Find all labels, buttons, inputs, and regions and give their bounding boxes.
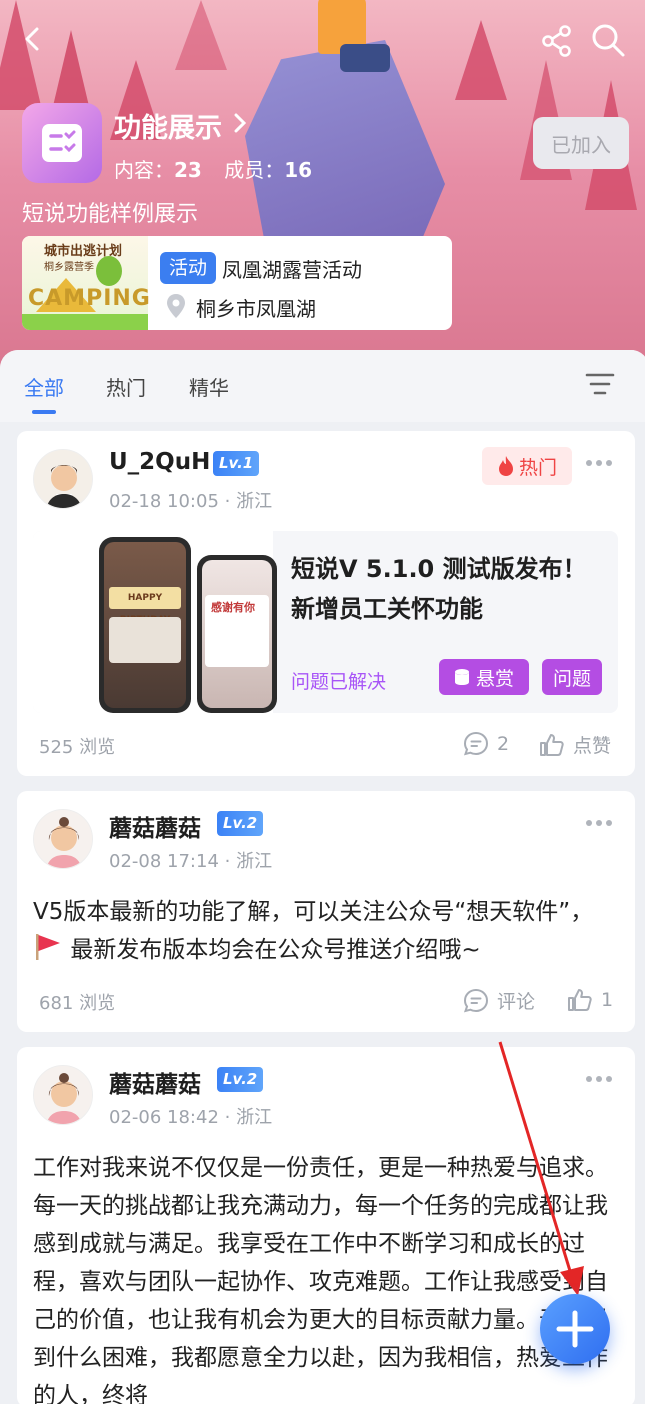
comment-icon <box>463 988 489 1012</box>
user-avatar-illustration <box>34 810 92 868</box>
content-count: 23 <box>174 158 202 182</box>
right-edge <box>645 0 649 1404</box>
more-icon[interactable] <box>585 1075 613 1083</box>
username[interactable]: U_2QuH <box>109 449 210 475</box>
checklist-icon <box>42 124 82 162</box>
hot-label: 热门 <box>518 456 557 479</box>
post-text-part-b: 最新发布版本均会在公众号推送介绍哦~ <box>70 937 481 963</box>
post-card[interactable]: 蘑菇蘑菇 Lv.2 02-08 17:14 · 浙江 V5版本最新的功能了解，可… <box>17 791 635 1032</box>
like-count: 1 <box>601 989 614 1011</box>
post-meta: 02-06 18:42 · 浙江 <box>109 1107 273 1128</box>
reward-label: 悬赏 <box>475 667 514 690</box>
chevron-right-icon[interactable] <box>232 112 248 134</box>
question-tag: 问题 <box>542 659 602 695</box>
fire-icon <box>498 456 513 476</box>
post-time: 02-18 10:05 <box>109 491 219 512</box>
phone-graphic: 感谢有你 <box>197 555 277 713</box>
user-avatar-illustration <box>34 450 92 508</box>
post-location: 浙江 <box>236 851 273 872</box>
tree-decoration <box>175 0 227 70</box>
reward-tag: 悬赏 <box>439 659 529 695</box>
avatar[interactable] <box>33 449 93 509</box>
group-stats: 内容：23 成员：16 <box>114 154 328 183</box>
activity-card[interactable]: 城市出逃计划 桐乡露营季 CAMPING 活动 凤凰湖露营活动 桐乡市凤凰湖 <box>22 236 452 330</box>
location-pin-icon <box>167 294 185 318</box>
phone-graphic: HAPPY BIRTHDAY <box>99 537 191 713</box>
like-icon <box>568 989 592 1011</box>
like-label: 点赞 <box>573 735 612 757</box>
view-count: 681 浏览 <box>39 993 116 1014</box>
solved-status: 问题已解决 <box>291 671 387 693</box>
thanks-text: 感谢有你 <box>211 601 255 614</box>
avatar[interactable] <box>33 809 93 869</box>
post-time: 02-08 17:14 <box>109 851 219 872</box>
thumbnail-text-sub: 桐乡露营季 <box>44 262 94 273</box>
group-description: 短说功能样例展示 <box>22 202 199 227</box>
article-title[interactable]: 短说V 5.1.0 测试版发布！新增员工关怀功能 <box>291 549 603 629</box>
plus-icon <box>556 1310 594 1348</box>
comment-label: 评论 <box>497 991 536 1013</box>
chevron-left-icon[interactable] <box>20 26 46 52</box>
member-count: 16 <box>284 158 313 182</box>
article-thumbnail: HAPPY BIRTHDAY 感谢有你 <box>33 531 277 713</box>
more-icon[interactable] <box>585 819 613 827</box>
username[interactable]: 蘑菇蘑菇 <box>109 1065 201 1099</box>
content-label: 内容： <box>114 158 174 182</box>
birthday-banner: HAPPY BIRTHDAY <box>109 587 181 625</box>
create-post-button[interactable] <box>540 1294 610 1364</box>
search-icon[interactable] <box>590 22 626 58</box>
person-illustration-legs <box>340 44 390 72</box>
like-icon <box>540 733 564 756</box>
tab-bar: 全部 热门 精华 <box>0 350 649 422</box>
post-card[interactable]: U_2QuH Lv.1 02-18 10:05 · 浙江 热门 HAPPY BI… <box>17 431 635 776</box>
post-location: 浙江 <box>236 491 273 512</box>
group-name[interactable]: 功能展示 <box>114 106 222 145</box>
group-logo <box>22 103 102 183</box>
tab-hot[interactable]: 热门 <box>106 372 146 401</box>
post-text[interactable]: 工作对我来说不仅仅是一份责任，更是一种热爱与追求。每一天的挑战都让我充满动力，每… <box>33 1149 623 1404</box>
like-button[interactable]: 1 <box>567 987 613 1013</box>
level-badge: Lv.2 <box>217 1067 264 1092</box>
share-icon[interactable] <box>540 24 574 58</box>
view-count: 525 浏览 <box>39 737 116 758</box>
post-text[interactable]: V5版本最新的功能了解，可以关注公众号“想天软件”， 最新发布版本均会在公众号推… <box>33 893 623 969</box>
member-label: 成员： <box>224 158 285 182</box>
post-time: 02-06 18:42 <box>109 1107 219 1128</box>
post-meta: 02-18 10:05 · 浙江 <box>109 491 273 512</box>
tree-decoration <box>0 0 42 110</box>
filter-icon[interactable] <box>585 370 615 398</box>
level-badge: Lv.1 <box>213 451 260 476</box>
activity-thumbnail: 城市出逃计划 桐乡露营季 CAMPING <box>22 236 151 330</box>
comment-button[interactable]: 2 <box>463 731 509 757</box>
comment-button[interactable]: 评论 <box>463 987 535 1014</box>
comment-count: 2 <box>497 733 510 755</box>
activity-title: 凤凰湖露营活动 <box>222 258 362 282</box>
joined-button[interactable]: 已加入 <box>533 117 629 169</box>
activity-location: 桐乡市凤凰湖 <box>196 297 316 321</box>
active-tab-indicator <box>32 410 56 414</box>
group-header: 功能展示 内容：23 成员：16 已加入 短说功能样例展示 城市出逃计划 桐乡露… <box>0 0 649 380</box>
avatar[interactable] <box>33 1065 93 1125</box>
hot-badge: 热门 <box>482 447 572 485</box>
level-badge: Lv.2 <box>217 811 264 836</box>
grass-graphic <box>22 314 148 330</box>
content-panel: 全部 热门 精华 U_2QuH Lv.1 02-18 10:05 · 浙江 热门… <box>0 350 649 1404</box>
activity-tag: 活动 <box>160 252 216 284</box>
comment-icon <box>463 731 489 756</box>
more-icon[interactable] <box>585 459 613 467</box>
user-avatar-illustration <box>34 1066 92 1124</box>
red-flag-icon <box>36 934 60 960</box>
post-text-part-a: V5版本最新的功能了解，可以关注公众号“想天软件”， <box>33 899 594 925</box>
tree-decoration <box>455 20 507 100</box>
username[interactable]: 蘑菇蘑菇 <box>109 809 201 843</box>
coin-icon <box>454 669 469 685</box>
tree-graphic <box>96 256 122 286</box>
thumbnail-text-main: CAMPING <box>28 286 151 311</box>
like-button[interactable]: 点赞 <box>539 731 611 758</box>
post-location: 浙江 <box>236 1107 273 1128</box>
linked-article[interactable]: HAPPY BIRTHDAY 感谢有你 短说V 5.1.0 测试版发布！新增员工… <box>33 531 618 713</box>
tab-featured[interactable]: 精华 <box>189 372 229 401</box>
post-meta: 02-08 17:14 · 浙江 <box>109 851 273 872</box>
tab-all[interactable]: 全部 <box>24 372 64 401</box>
